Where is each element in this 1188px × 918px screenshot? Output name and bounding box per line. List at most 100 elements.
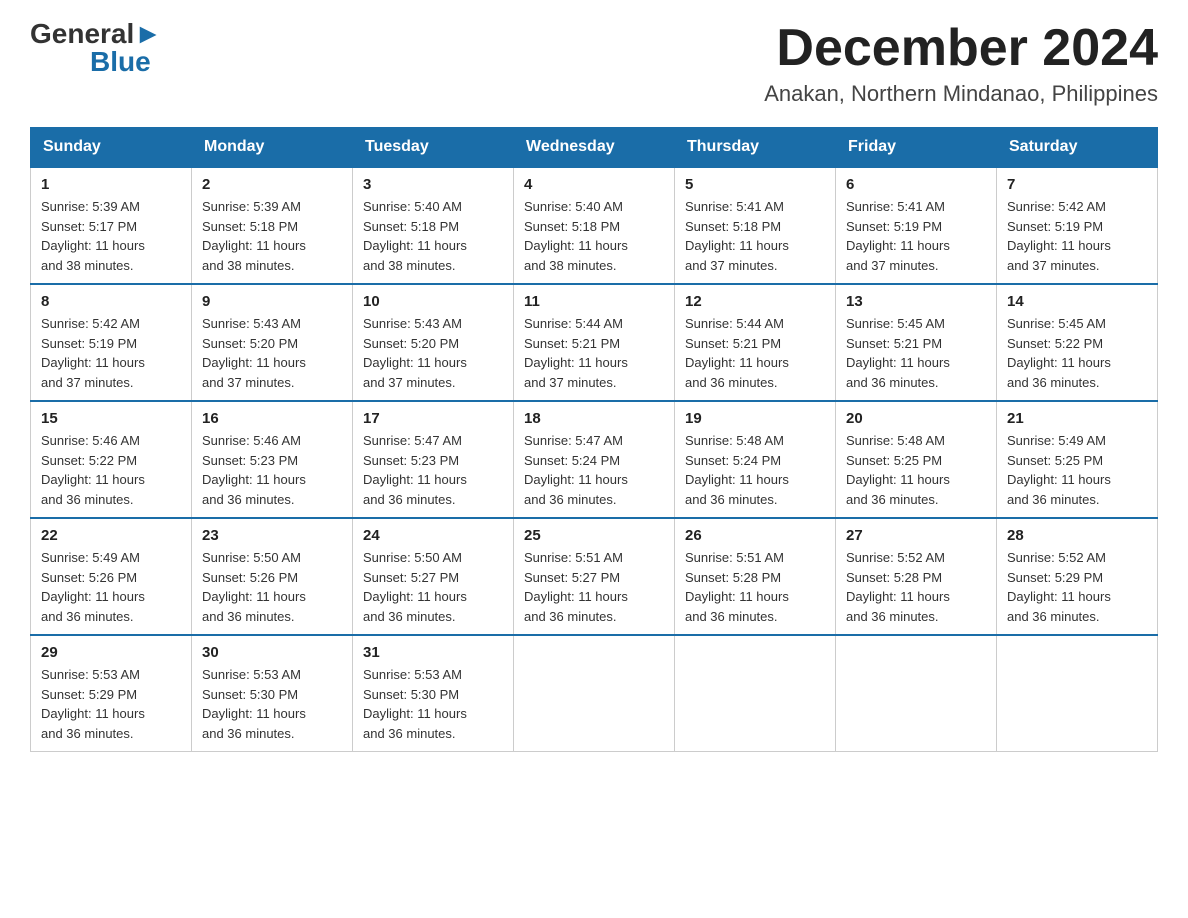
table-row: 11 Sunrise: 5:44 AM Sunset: 5:21 PM Dayl…: [514, 284, 675, 401]
day-number: 25: [524, 527, 664, 544]
table-row: 6 Sunrise: 5:41 AM Sunset: 5:19 PM Dayli…: [836, 167, 997, 284]
table-row: 28 Sunrise: 5:52 AM Sunset: 5:29 PM Dayl…: [997, 518, 1158, 635]
day-info: Sunrise: 5:42 AM Sunset: 5:19 PM Dayligh…: [41, 314, 181, 392]
day-info: Sunrise: 5:51 AM Sunset: 5:27 PM Dayligh…: [524, 548, 664, 626]
logo-triangle-shape: ►: [134, 18, 162, 49]
day-info: Sunrise: 5:49 AM Sunset: 5:25 PM Dayligh…: [1007, 431, 1147, 509]
title-area: December 2024 Anakan, Northern Mindanao,…: [764, 20, 1158, 107]
day-number: 8: [41, 293, 181, 310]
day-number: 10: [363, 293, 503, 310]
day-info: Sunrise: 5:41 AM Sunset: 5:19 PM Dayligh…: [846, 197, 986, 275]
header-wednesday: Wednesday: [514, 128, 675, 168]
day-number: 2: [202, 176, 342, 193]
table-row: 22 Sunrise: 5:49 AM Sunset: 5:26 PM Dayl…: [31, 518, 192, 635]
table-row: 2 Sunrise: 5:39 AM Sunset: 5:18 PM Dayli…: [192, 167, 353, 284]
table-row: 20 Sunrise: 5:48 AM Sunset: 5:25 PM Dayl…: [836, 401, 997, 518]
header-tuesday: Tuesday: [353, 128, 514, 168]
day-info: Sunrise: 5:42 AM Sunset: 5:19 PM Dayligh…: [1007, 197, 1147, 275]
day-number: 16: [202, 410, 342, 427]
table-row: [997, 635, 1158, 752]
calendar-table: Sunday Monday Tuesday Wednesday Thursday…: [30, 127, 1158, 752]
table-row: 26 Sunrise: 5:51 AM Sunset: 5:28 PM Dayl…: [675, 518, 836, 635]
day-number: 19: [685, 410, 825, 427]
day-info: Sunrise: 5:47 AM Sunset: 5:24 PM Dayligh…: [524, 431, 664, 509]
day-info: Sunrise: 5:50 AM Sunset: 5:27 PM Dayligh…: [363, 548, 503, 626]
day-number: 29: [41, 644, 181, 661]
table-row: 23 Sunrise: 5:50 AM Sunset: 5:26 PM Dayl…: [192, 518, 353, 635]
day-info: Sunrise: 5:44 AM Sunset: 5:21 PM Dayligh…: [524, 314, 664, 392]
header-friday: Friday: [836, 128, 997, 168]
day-number: 31: [363, 644, 503, 661]
day-info: Sunrise: 5:39 AM Sunset: 5:17 PM Dayligh…: [41, 197, 181, 275]
day-number: 27: [846, 527, 986, 544]
table-row: 19 Sunrise: 5:48 AM Sunset: 5:24 PM Dayl…: [675, 401, 836, 518]
day-info: Sunrise: 5:41 AM Sunset: 5:18 PM Dayligh…: [685, 197, 825, 275]
day-number: 26: [685, 527, 825, 544]
header-saturday: Saturday: [997, 128, 1158, 168]
day-info: Sunrise: 5:43 AM Sunset: 5:20 PM Dayligh…: [363, 314, 503, 392]
month-title: December 2024: [764, 20, 1158, 77]
table-row: 4 Sunrise: 5:40 AM Sunset: 5:18 PM Dayli…: [514, 167, 675, 284]
day-info: Sunrise: 5:52 AM Sunset: 5:28 PM Dayligh…: [846, 548, 986, 626]
table-row: 12 Sunrise: 5:44 AM Sunset: 5:21 PM Dayl…: [675, 284, 836, 401]
day-info: Sunrise: 5:46 AM Sunset: 5:23 PM Dayligh…: [202, 431, 342, 509]
day-number: 13: [846, 293, 986, 310]
calendar-week-row: 8 Sunrise: 5:42 AM Sunset: 5:19 PM Dayli…: [31, 284, 1158, 401]
table-row: 31 Sunrise: 5:53 AM Sunset: 5:30 PM Dayl…: [353, 635, 514, 752]
day-info: Sunrise: 5:51 AM Sunset: 5:28 PM Dayligh…: [685, 548, 825, 626]
day-number: 12: [685, 293, 825, 310]
table-row: 18 Sunrise: 5:47 AM Sunset: 5:24 PM Dayl…: [514, 401, 675, 518]
table-row: 9 Sunrise: 5:43 AM Sunset: 5:20 PM Dayli…: [192, 284, 353, 401]
table-row: 14 Sunrise: 5:45 AM Sunset: 5:22 PM Dayl…: [997, 284, 1158, 401]
calendar-week-row: 15 Sunrise: 5:46 AM Sunset: 5:22 PM Dayl…: [31, 401, 1158, 518]
table-row: [836, 635, 997, 752]
table-row: 8 Sunrise: 5:42 AM Sunset: 5:19 PM Dayli…: [31, 284, 192, 401]
location-title: Anakan, Northern Mindanao, Philippines: [764, 81, 1158, 107]
day-number: 22: [41, 527, 181, 544]
day-number: 15: [41, 410, 181, 427]
day-number: 11: [524, 293, 664, 310]
logo-general-text: General►: [30, 20, 162, 48]
day-number: 23: [202, 527, 342, 544]
day-number: 20: [846, 410, 986, 427]
day-number: 6: [846, 176, 986, 193]
day-number: 9: [202, 293, 342, 310]
table-row: 15 Sunrise: 5:46 AM Sunset: 5:22 PM Dayl…: [31, 401, 192, 518]
day-info: Sunrise: 5:53 AM Sunset: 5:30 PM Dayligh…: [363, 665, 503, 743]
table-row: 13 Sunrise: 5:45 AM Sunset: 5:21 PM Dayl…: [836, 284, 997, 401]
table-row: [514, 635, 675, 752]
day-info: Sunrise: 5:52 AM Sunset: 5:29 PM Dayligh…: [1007, 548, 1147, 626]
table-row: [675, 635, 836, 752]
day-info: Sunrise: 5:49 AM Sunset: 5:26 PM Dayligh…: [41, 548, 181, 626]
header-sunday: Sunday: [31, 128, 192, 168]
page-header: General► Blue December 2024 Anakan, Nort…: [30, 20, 1158, 107]
day-number: 7: [1007, 176, 1147, 193]
table-row: 1 Sunrise: 5:39 AM Sunset: 5:17 PM Dayli…: [31, 167, 192, 284]
table-row: 21 Sunrise: 5:49 AM Sunset: 5:25 PM Dayl…: [997, 401, 1158, 518]
logo: General► Blue: [30, 20, 162, 76]
table-row: 27 Sunrise: 5:52 AM Sunset: 5:28 PM Dayl…: [836, 518, 997, 635]
day-info: Sunrise: 5:47 AM Sunset: 5:23 PM Dayligh…: [363, 431, 503, 509]
day-number: 24: [363, 527, 503, 544]
day-number: 17: [363, 410, 503, 427]
day-number: 4: [524, 176, 664, 193]
day-info: Sunrise: 5:40 AM Sunset: 5:18 PM Dayligh…: [363, 197, 503, 275]
day-number: 21: [1007, 410, 1147, 427]
header-thursday: Thursday: [675, 128, 836, 168]
logo-blue-text: Blue: [90, 48, 151, 76]
day-info: Sunrise: 5:50 AM Sunset: 5:26 PM Dayligh…: [202, 548, 342, 626]
day-info: Sunrise: 5:53 AM Sunset: 5:29 PM Dayligh…: [41, 665, 181, 743]
header-monday: Monday: [192, 128, 353, 168]
weekday-header-row: Sunday Monday Tuesday Wednesday Thursday…: [31, 128, 1158, 168]
calendar-week-row: 29 Sunrise: 5:53 AM Sunset: 5:29 PM Dayl…: [31, 635, 1158, 752]
calendar-week-row: 22 Sunrise: 5:49 AM Sunset: 5:26 PM Dayl…: [31, 518, 1158, 635]
day-number: 18: [524, 410, 664, 427]
table-row: 16 Sunrise: 5:46 AM Sunset: 5:23 PM Dayl…: [192, 401, 353, 518]
table-row: 10 Sunrise: 5:43 AM Sunset: 5:20 PM Dayl…: [353, 284, 514, 401]
table-row: 24 Sunrise: 5:50 AM Sunset: 5:27 PM Dayl…: [353, 518, 514, 635]
day-number: 3: [363, 176, 503, 193]
table-row: 29 Sunrise: 5:53 AM Sunset: 5:29 PM Dayl…: [31, 635, 192, 752]
day-number: 28: [1007, 527, 1147, 544]
table-row: 25 Sunrise: 5:51 AM Sunset: 5:27 PM Dayl…: [514, 518, 675, 635]
day-info: Sunrise: 5:44 AM Sunset: 5:21 PM Dayligh…: [685, 314, 825, 392]
